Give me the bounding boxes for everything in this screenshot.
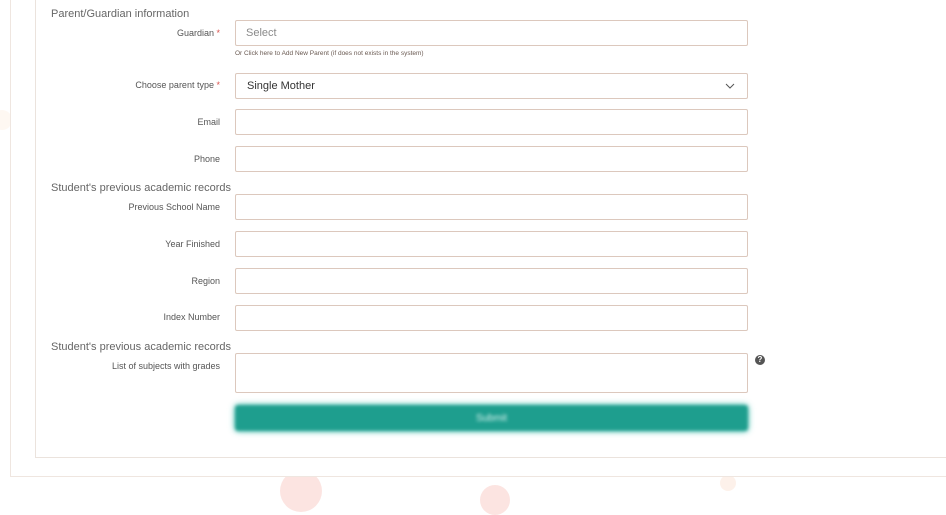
guardian-select[interactable] <box>235 20 748 46</box>
question-circle-icon[interactable]: ? <box>755 355 765 365</box>
section-title-academic-records: Student's previous academic records <box>51 182 232 194</box>
email-field[interactable] <box>235 109 748 135</box>
index-number-field[interactable] <box>235 305 748 331</box>
chevron-down-icon <box>725 83 735 89</box>
add-new-parent-link[interactable]: Or Click here to Add New Parent (if does… <box>235 50 424 57</box>
previous-school-input[interactable] <box>236 195 747 219</box>
guardian-input[interactable] <box>236 21 747 45</box>
section-title-guardian: Parent/Guardian information <box>51 8 190 20</box>
subjects-label: List of subjects with grades <box>111 361 220 371</box>
year-finished-field[interactable] <box>235 231 748 257</box>
section-title-academic-records-2: Student's previous academic records <box>51 341 232 353</box>
subjects-input[interactable] <box>236 354 747 392</box>
phone-label: Phone <box>193 154 220 164</box>
year-finished-label: Year Finished <box>165 239 220 249</box>
background-decoration <box>480 485 510 515</box>
email-label: Email <box>197 117 220 127</box>
region-label: Region <box>191 276 220 286</box>
region-field[interactable] <box>235 268 748 294</box>
background-decoration <box>720 475 736 491</box>
parent-type-select[interactable]: Single Mother <box>235 73 748 99</box>
phone-field[interactable] <box>235 146 748 172</box>
year-finished-input[interactable] <box>236 232 747 256</box>
previous-school-field[interactable] <box>235 194 748 220</box>
guardian-label: Guardian * <box>176 28 220 38</box>
region-input[interactable] <box>236 269 747 293</box>
previous-school-label: Previous School Name <box>128 202 220 212</box>
email-input[interactable] <box>236 110 747 134</box>
index-number-input[interactable] <box>236 306 747 330</box>
subjects-textarea[interactable] <box>235 353 748 393</box>
parent-type-value: Single Mother <box>247 80 315 92</box>
submit-button[interactable]: Submit <box>235 405 748 431</box>
parent-type-label: Choose parent type * <box>135 80 220 90</box>
index-number-label: Index Number <box>163 312 220 322</box>
phone-input[interactable] <box>236 147 747 171</box>
